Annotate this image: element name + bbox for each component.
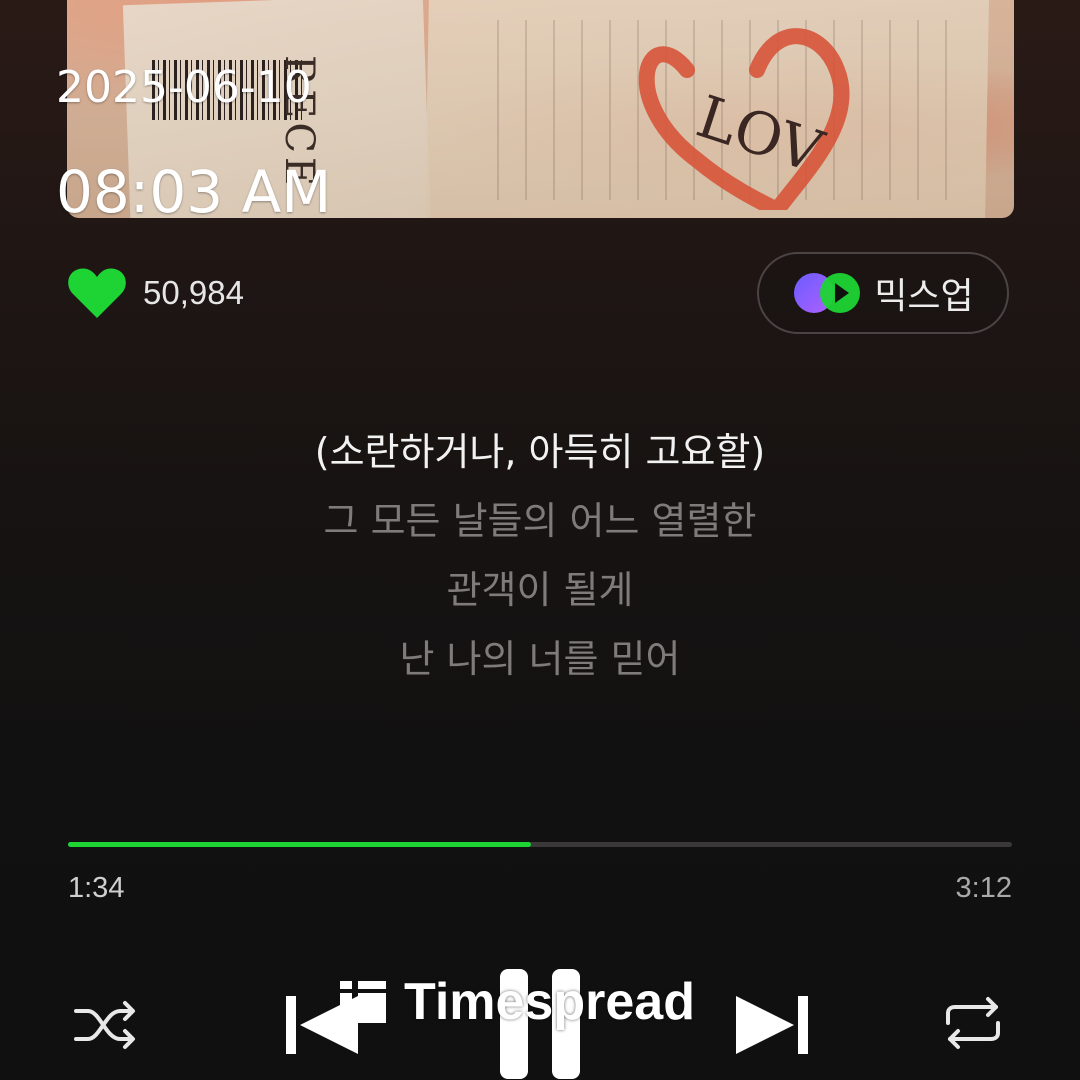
lyric-line-current[interactable]: (소란하거나, 아득히 고요할) [0,418,1080,487]
lyric-line[interactable]: 관객이 될게 [0,556,1080,625]
player-screen: RECE LOV 2025-06-10 08:03 AM 50,984 믹스업 [0,0,1080,1080]
like-row[interactable]: 50,984 [67,266,244,320]
progress-fill [68,842,531,847]
heart-icon[interactable] [67,266,127,320]
watermark: Timespread [338,972,695,1032]
lyric-line[interactable]: 그 모든 날들의 어느 열렬한 [0,487,1080,556]
mixup-button[interactable]: 믹스업 [757,252,1009,334]
lyric-line[interactable]: 난 나의 너를 믿어 [0,625,1080,694]
heart-scribble-graphic: LOV [638,28,850,210]
time-total: 3:12 [955,872,1012,904]
timespread-logo-icon [340,981,386,1023]
skip-next-icon[interactable] [732,990,812,1060]
shuffle-icon[interactable] [70,995,140,1055]
watermark-text: Timespread [404,973,695,1031]
overlay-time: 08:03 AM [56,158,332,226]
lyrics-panel[interactable]: (소란하거나, 아득히 고요할) 그 모든 날들의 어느 열렬한 관객이 될게 … [0,418,1080,694]
time-elapsed: 1:34 [68,872,125,904]
like-count: 50,984 [143,274,244,311]
overlay-date: 2025-06-10 [56,62,312,113]
progress-bar[interactable] [68,842,1012,847]
mixup-label: 믹스업 [874,276,974,317]
mixup-icon [794,273,861,313]
repeat-icon[interactable] [940,993,1006,1053]
